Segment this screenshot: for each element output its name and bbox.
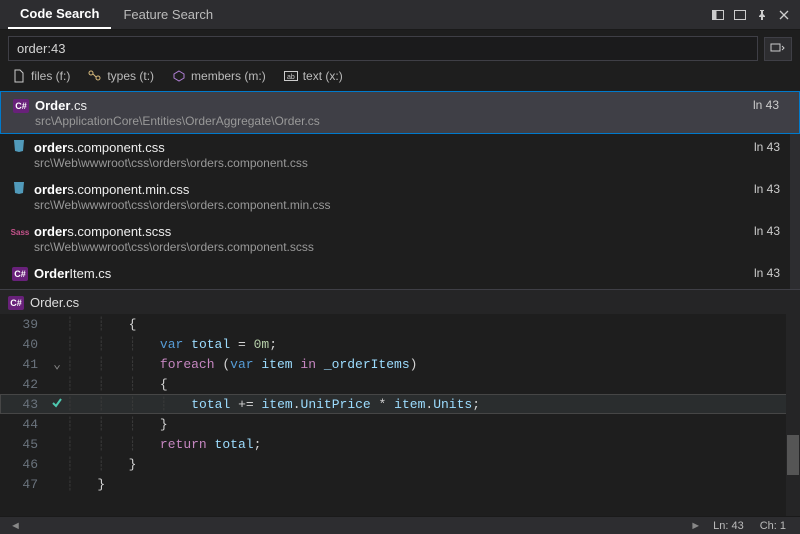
csharp-icon: C# [13,97,29,113]
code-text: var total = 0m; [160,337,800,352]
filter-files-label: files (f:) [31,69,70,83]
result-item[interactable]: orders.component.min.csssrc\Web\wwwroot\… [0,176,800,218]
code-text: { [129,317,800,332]
result-path: src\ApplicationCore\Entities\OrderAggreg… [35,114,787,128]
line-number: 40 [0,337,48,352]
code-line[interactable]: 42┊ ┊ ┊ { [0,374,800,394]
result-line-number: ln 43 [754,182,780,196]
css-icon [12,139,28,155]
code-text: } [129,457,800,472]
filter-files[interactable]: files (f:) [12,69,70,83]
result-item[interactable]: C# Order.cssrc\ApplicationCore\Entities\O… [0,91,800,134]
svg-text:ab: ab [287,74,295,81]
result-line-number: ln 43 [754,140,780,154]
statusbar: ◄ ► Ln: 43 Ch: 1 [0,516,800,534]
window-dock-icon[interactable] [732,8,748,22]
result-path: src\Web\wwwroot\css\orders\orders.compon… [34,156,788,170]
scss-icon: Sass [12,223,28,239]
code-text: { [160,377,800,392]
results-list: C# Order.cssrc\ApplicationCore\Entities\O… [0,91,800,289]
line-number: 42 [0,377,48,392]
filter-text-label: text (x:) [303,69,343,83]
code-editor[interactable]: 39┊ ┊ {40┊ ┊ ┊ var total = 0m;41⌄┊ ┊ ┊ f… [0,314,800,516]
code-preview-header: C# Order.cs [0,289,800,314]
line-number: 39 [0,317,48,332]
result-item[interactable]: Sass orders.component.scsssrc\Web\wwwroot… [0,218,800,260]
result-path: src\Web\wwwroot\css\orders\orders.compon… [34,198,788,212]
pin-icon[interactable] [754,8,770,22]
result-filename: orders.component.scss [34,224,171,239]
line-number: 43 [0,397,48,412]
line-number: 47 [0,477,48,492]
fold-gutter[interactable]: ⌄ [48,357,66,372]
code-line[interactable]: 44┊ ┊ ┊ } [0,414,800,434]
result-path: src\Web\wwwroot\css\orders\orders.compon… [34,240,788,254]
code-text: foreach (var item in _orderItems) [160,357,800,372]
code-line[interactable]: 47┊ } [0,474,800,494]
tab-code-search[interactable]: Code Search [8,0,111,29]
result-item[interactable]: orders.component.csssrc\Web\wwwroot\css\… [0,134,800,176]
filter-text[interactable]: ab text (x:) [284,69,343,83]
window-dock-left-icon[interactable] [710,8,726,22]
code-text: } [160,417,800,432]
text-icon: ab [284,69,298,83]
window-controls [710,8,792,22]
code-line[interactable]: 45┊ ┊ ┊ return total; [0,434,800,454]
filter-types[interactable]: types (t:) [88,69,154,83]
result-line-number: ln 43 [753,98,779,112]
code-text: return total; [160,437,800,452]
result-filename: orders.component.min.css [34,182,189,197]
filter-members[interactable]: members (m:) [172,69,266,83]
members-icon [172,69,186,83]
file-icon [12,69,26,83]
result-filename: Order.cs [35,98,87,113]
result-line-number: ln 43 [754,266,780,280]
code-text: } [97,477,800,492]
result-filename: OrderItem.cs [34,266,111,281]
line-number: 41 [0,357,48,372]
line-number: 44 [0,417,48,432]
css-icon [12,181,28,197]
fold-gutter[interactable] [48,396,66,412]
search-input[interactable] [8,36,758,61]
code-line[interactable]: 39┊ ┊ { [0,314,800,334]
code-preview-filename: Order.cs [30,295,79,310]
filter-row: files (f:) types (t:) members (m:) ab te… [0,65,800,91]
tab-feature-search[interactable]: Feature Search [111,1,225,28]
code-line[interactable]: 46┊ ┊ } [0,454,800,474]
csharp-icon: C# [8,294,24,310]
search-options-dropdown[interactable] [764,37,792,61]
close-icon[interactable] [776,8,792,22]
status-line: Ln: 43 [705,520,752,532]
filter-types-label: types (t:) [107,69,154,83]
searchbar [0,30,800,65]
titlebar: Code Search Feature Search [0,0,800,30]
status-char: Ch: 1 [752,520,794,532]
line-number: 45 [0,437,48,452]
result-filename: orders.component.css [34,140,165,155]
filter-members-label: members (m:) [191,69,266,83]
nav-forward-icon[interactable]: ► [686,520,705,532]
code-text: total += item.UnitPrice * item.Units; [191,397,800,412]
code-line[interactable]: 41⌄┊ ┊ ┊ foreach (var item in _orderItem… [0,354,800,374]
nav-back-icon[interactable]: ◄ [6,520,25,532]
minimap-scrollbar[interactable] [786,314,800,516]
code-line[interactable]: 43┊ ┊ ┊ ┊ total += item.UnitPrice * item… [0,394,800,414]
types-icon [88,69,102,83]
result-line-number: ln 43 [754,224,780,238]
csharp-icon: C# [12,265,28,281]
line-number: 46 [0,457,48,472]
code-line[interactable]: 40┊ ┊ ┊ var total = 0m; [0,334,800,354]
result-item[interactable]: C# OrderItem.cs ln 43 [0,260,800,287]
